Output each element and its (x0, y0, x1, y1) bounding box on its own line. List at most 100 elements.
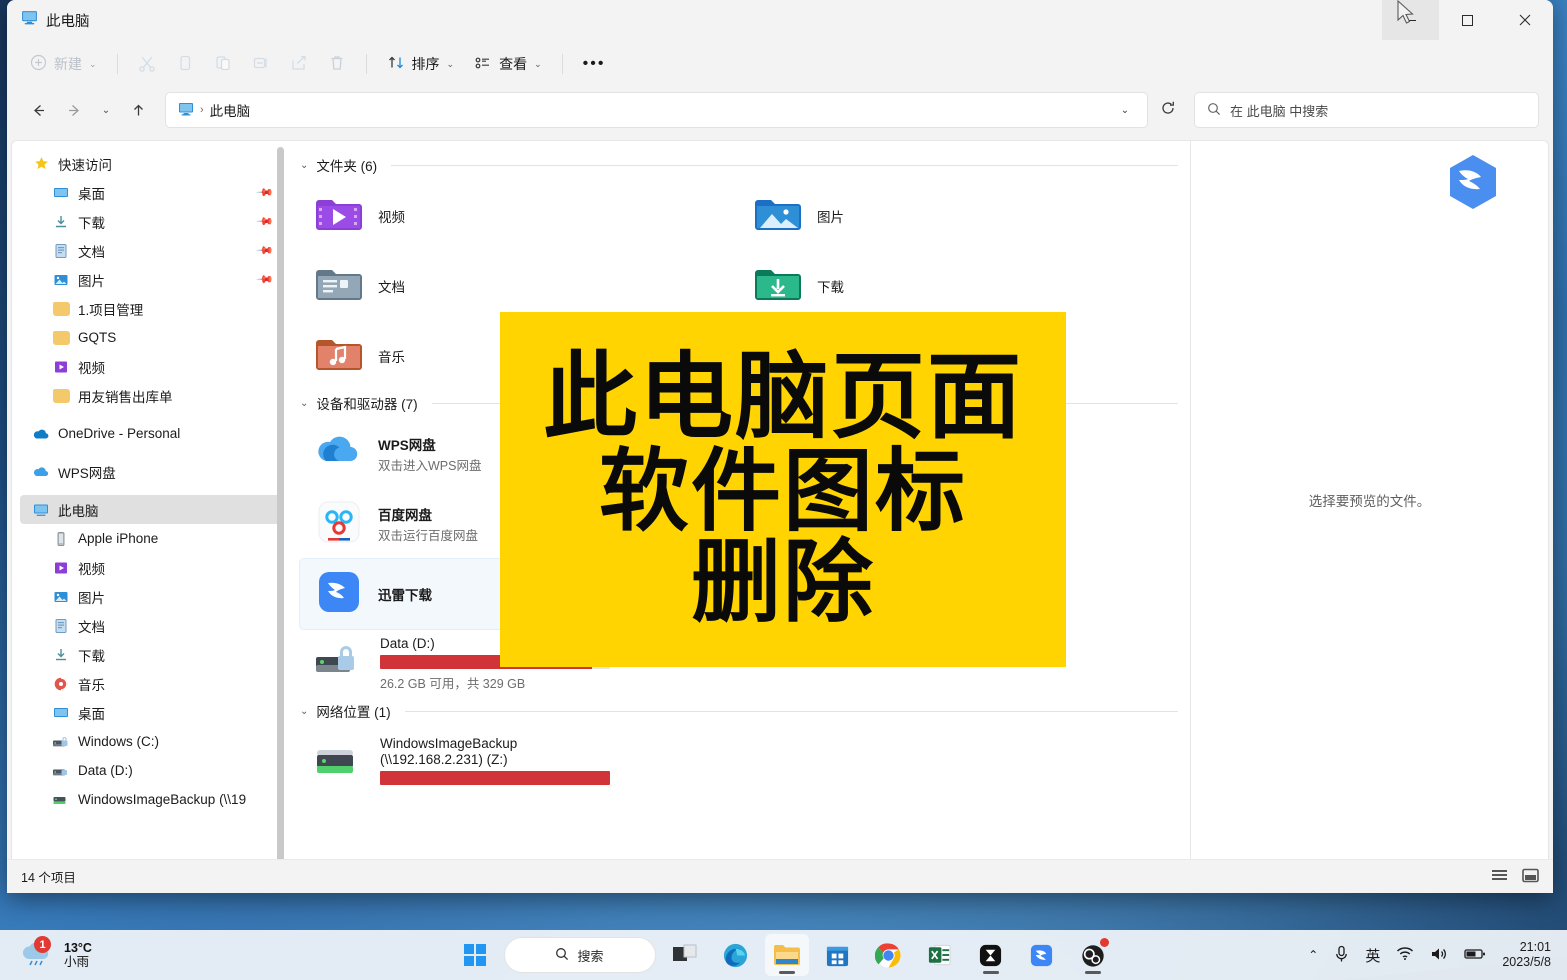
sidebar-scrollbar[interactable] (277, 147, 284, 859)
folder-tile-label: 下载 (817, 280, 844, 295)
refresh-button[interactable] (1150, 100, 1186, 120)
star-icon (30, 156, 52, 171)
pin-icon[interactable]: 📌 (256, 183, 275, 202)
copy-button[interactable] (167, 47, 203, 81)
search-input[interactable]: 在 此电脑 中搜索 (1230, 101, 1328, 120)
folder-tile-documents[interactable]: 文档 (300, 251, 739, 321)
iphone-icon (50, 531, 72, 547)
network-tile-windowsimagebackup[interactable]: WindowsImageBackup (\\192.168.2.231) (Z:… (300, 727, 739, 797)
taskview-icon[interactable] (663, 934, 707, 976)
sidebar-item-project-management[interactable]: 1.项目管理 (20, 294, 280, 323)
sidebar-item-downloads[interactable]: 下载 📌 (20, 207, 280, 236)
sidebar-item-sales-order[interactable]: 用友销售出库单 (20, 381, 280, 410)
start-icon[interactable] (453, 934, 497, 976)
sidebar-item-pictures-pc[interactable]: 图片 (20, 582, 280, 611)
chevron-down-icon: ⌄ (446, 58, 455, 69)
chevron-down-icon[interactable]: ⌄ (300, 398, 308, 409)
excel-icon[interactable] (918, 934, 962, 976)
share-button[interactable] (281, 47, 317, 81)
folders-group-header[interactable]: ⌄ 文件夹 (6) (300, 155, 1178, 175)
device-subtitle: 双击运行百度网盘 (378, 529, 479, 543)
cut-button[interactable] (129, 47, 165, 81)
sidebar-item-data-d[interactable]: Data (D:) (20, 756, 280, 785)
navigation-pane[interactable]: 快速访问 桌面 📌 下载 📌 文档 📌 图片 📌 1.项目管理 GQTS 视频 … (12, 141, 286, 859)
new-button[interactable]: 新建 ⌄ (21, 47, 106, 81)
chevron-down-icon[interactable]: ⌄ (300, 160, 308, 171)
sidebar-item-documents[interactable]: 文档 📌 (20, 236, 280, 265)
edge-icon[interactable] (714, 934, 758, 976)
folder-tile-downloads[interactable]: 下载 (739, 251, 1178, 321)
folder-tile-label: 音乐 (378, 350, 405, 365)
network-usage-bar (380, 771, 610, 785)
capcut-icon[interactable] (969, 934, 1013, 976)
sidebar-item-pictures[interactable]: 图片 📌 (20, 265, 280, 294)
chrome-icon[interactable] (867, 934, 911, 976)
view-icon (474, 54, 492, 75)
maximize-button[interactable] (1439, 0, 1496, 40)
sidebar-item-desktop[interactable]: 桌面 📌 (20, 178, 280, 207)
taskbar-search-box[interactable]: 搜索 (503, 937, 656, 973)
details-pane-icon[interactable] (1522, 868, 1539, 886)
folder-icon (50, 388, 72, 403)
sidebar-item-videos-qa[interactable]: 视频 (20, 352, 280, 381)
search-box[interactable]: 在 此电脑 中搜索 (1194, 92, 1539, 128)
clock[interactable]: 21:01 2023/5/8 (1502, 940, 1551, 970)
breadcrumb[interactable]: › 此电脑 (172, 100, 256, 120)
pin-icon[interactable]: 📌 (256, 212, 275, 231)
back-button[interactable] (21, 93, 55, 127)
microsoft-store-icon[interactable] (816, 934, 860, 976)
new-button-label: 新建 (54, 56, 82, 72)
folder-tile-pictures[interactable]: 图片 (739, 181, 1178, 251)
sidebar-item-windowsimagebackup[interactable]: WindowsImageBackup (\\19 (20, 785, 280, 814)
clock-date: 2023/5/8 (1502, 955, 1551, 969)
rename-button[interactable] (243, 47, 279, 81)
sidebar-item-desktop-pc[interactable]: 桌面 (20, 698, 280, 727)
weather-widget[interactable]: 1 13°C 小雨 (0, 936, 92, 970)
delete-icon (328, 54, 346, 75)
battery-icon[interactable] (1464, 947, 1486, 964)
sidebar-item-music[interactable]: 音乐 (20, 669, 280, 698)
drive-locked-icon (50, 764, 72, 778)
sidebar-item-this-pc[interactable]: 此电脑 (20, 495, 280, 524)
volume-icon[interactable] (1430, 946, 1448, 965)
delete-button[interactable] (319, 47, 355, 81)
drive-locked-icon (314, 640, 366, 689)
chevron-down-icon[interactable]: ⌄ (300, 706, 308, 717)
up-button[interactable] (121, 93, 155, 127)
sidebar-item-label: 文档 (78, 619, 105, 635)
pin-icon[interactable]: 📌 (256, 270, 275, 289)
sidebar-item-quick-access[interactable]: 快速访问 (20, 149, 280, 178)
sidebar-item-apple-iphone[interactable]: Apple iPhone (20, 524, 280, 553)
sidebar-item-onedrive[interactable]: OneDrive - Personal (20, 419, 280, 448)
sidebar-item-videos[interactable]: 视频 (20, 553, 280, 582)
xunlei-icon[interactable] (1020, 934, 1064, 976)
mic-icon[interactable] (1334, 945, 1349, 966)
sidebar-item-label: 图片 (78, 273, 105, 289)
paste-button[interactable] (205, 47, 241, 81)
obs-icon[interactable] (1071, 934, 1115, 976)
view-button[interactable]: 查看 ⌄ (465, 47, 551, 81)
downloads-icon (50, 214, 72, 230)
address-bar[interactable]: › 此电脑 ⌄ (165, 92, 1148, 128)
tray-chevron-up-icon[interactable]: ⌃ (1308, 948, 1318, 962)
more-options-button[interactable]: ••• (574, 47, 615, 81)
pin-icon[interactable]: 📌 (256, 241, 275, 260)
sidebar-item-windows-c[interactable]: Windows (C:) (20, 727, 280, 756)
sidebar-item-documents-pc[interactable]: 文档 (20, 611, 280, 640)
close-button[interactable] (1496, 0, 1553, 40)
sidebar-item-downloads-pc[interactable]: 下载 (20, 640, 280, 669)
sidebar-item-gqts[interactable]: GQTS (20, 323, 280, 352)
address-dropdown-icon[interactable]: ⌄ (1109, 105, 1141, 116)
sort-button[interactable]: 排序 ⌄ (378, 47, 464, 81)
file-explorer-icon[interactable] (764, 934, 809, 976)
recent-locations-button[interactable]: ⌄ (93, 93, 119, 127)
folder-tile-videos[interactable]: 视频 (300, 181, 739, 251)
forward-button[interactable] (57, 93, 91, 127)
wifi-icon[interactable] (1396, 946, 1414, 964)
list-view-icon[interactable] (1491, 868, 1508, 886)
ime-indicator[interactable]: 英 (1365, 945, 1380, 966)
sidebar-item-wps-cloud[interactable]: WPS网盘 (20, 457, 280, 486)
device-name: 迅雷下载 (378, 588, 432, 603)
network-group-header[interactable]: ⌄ 网络位置 (1) (300, 701, 1178, 721)
breadcrumb-item-this-pc[interactable]: 此电脑 (210, 100, 251, 120)
